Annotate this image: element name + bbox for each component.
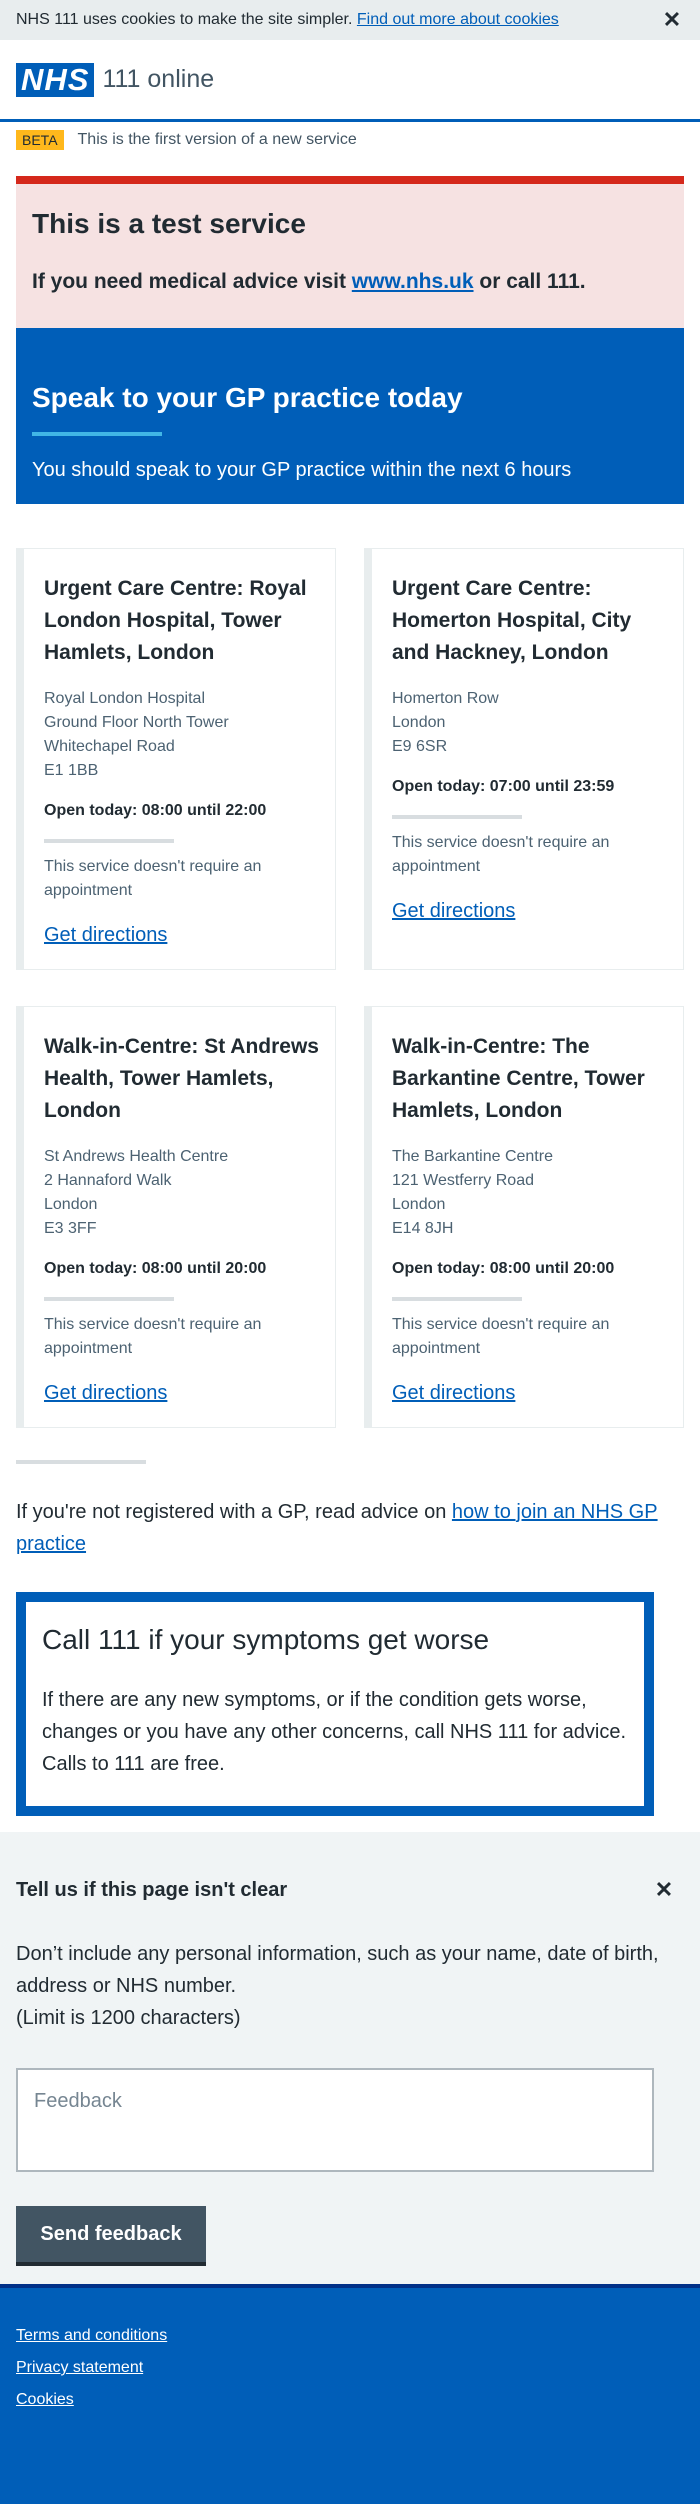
privacy-link[interactable]: Privacy statement [16, 2352, 684, 2384]
nhs-uk-link[interactable]: www.nhs.uk [352, 270, 474, 293]
address-line: London [392, 1196, 446, 1213]
get-directions-link[interactable]: Get directions [44, 1379, 167, 1407]
address-line: Homerton Row [392, 690, 499, 707]
card-divider [392, 1297, 522, 1301]
test-text-before: If you need medical advice visit [32, 270, 352, 293]
opening-hours: Open today: 08:00 until 20:00 [392, 1260, 615, 1277]
get-directions-link[interactable]: Get directions [44, 921, 167, 949]
title-divider [32, 432, 162, 436]
service-title: Urgent Care Centre: Royal London Hospita… [44, 577, 307, 664]
site-header: NHS 111 online [0, 40, 700, 122]
address-postcode: E9 6SR [392, 738, 448, 755]
nhs-logo[interactable]: NHS [16, 62, 95, 97]
feedback-instructions: Don’t include any personal information, … [16, 1943, 659, 1997]
call-111-callout: Call 111 if your symptoms get worse If t… [16, 1592, 654, 1816]
address-line: Ground Floor North Tower [44, 714, 229, 731]
gp-advice-text: If you're not registered with a GP, read… [16, 1501, 452, 1523]
appointment-note: This service doesn't require an appointm… [392, 834, 610, 875]
address-line: The Barkantine Centre [392, 1148, 553, 1165]
callout-text: If there are any new symptoms, or if the… [42, 1689, 627, 1775]
card-divider [392, 815, 522, 819]
service-address: Royal London Hospital Ground Floor North… [44, 687, 319, 783]
care-advice-subtitle: You should speak to your GP practice wit… [32, 459, 572, 481]
service-title: Walk-in-Centre: St Andrews Health, Tower… [44, 1035, 319, 1122]
feedback-header: Tell us if this page isn't clear ✕ [16, 1876, 684, 1904]
beta-text: This is the first version of a new servi… [77, 131, 357, 148]
service-card: Urgent Care Centre: Homerton Hospital, C… [364, 548, 684, 970]
get-directions-link[interactable]: Get directions [392, 1379, 515, 1407]
address-line: 121 Westferry Road [392, 1172, 534, 1189]
service-card: Urgent Care Centre: Royal London Hospita… [16, 548, 336, 970]
beta-badge: BETA [16, 130, 64, 150]
terms-link[interactable]: Terms and conditions [16, 2320, 684, 2352]
section-divider [16, 1460, 146, 1464]
test-text-after: or call 111. [473, 270, 586, 293]
address-line: 2 Hannaford Walk [44, 1172, 172, 1189]
opening-hours: Open today: 07:00 until 23:59 [392, 778, 615, 795]
address-postcode: E14 8JH [392, 1220, 454, 1237]
test-service-banner: This is a test service If you need medic… [16, 176, 684, 328]
feedback-panel: Tell us if this page isn't clear ✕ Don’t… [0, 1832, 700, 2284]
address-line: Royal London Hospital [44, 690, 205, 707]
close-icon[interactable]: ✕ [660, 7, 684, 33]
service-card: Walk-in-Centre: The Barkantine Centre, T… [364, 1006, 684, 1428]
opening-hours: Open today: 08:00 until 22:00 [44, 802, 267, 819]
service-address: Homerton Row London E9 6SR [392, 687, 667, 759]
service-name[interactable]: 111 online [102, 65, 214, 94]
test-service-title: This is a test service [32, 208, 306, 239]
get-directions-link[interactable]: Get directions [392, 897, 515, 925]
card-divider [44, 1297, 174, 1301]
service-card: Walk-in-Centre: St Andrews Health, Tower… [16, 1006, 336, 1428]
page-title: Speak to your GP practice today [32, 382, 463, 413]
address-postcode: E1 1BB [44, 762, 99, 779]
cookie-banner-message: NHS 111 uses cookies to make the site si… [16, 11, 559, 29]
feedback-limit: (Limit is 1200 characters) [16, 2007, 241, 2029]
address-line: London [44, 1196, 98, 1213]
send-feedback-button[interactable]: Send feedback [16, 2206, 206, 2262]
cookie-banner-text: NHS 111 uses cookies to make the site si… [16, 11, 353, 28]
service-address: St Andrews Health Centre 2 Hannaford Wal… [44, 1145, 319, 1241]
service-title: Urgent Care Centre: Homerton Hospital, C… [392, 577, 632, 664]
appointment-note: This service doesn't require an appointm… [44, 858, 262, 899]
card-divider [44, 839, 174, 843]
address-line: London [392, 714, 446, 731]
address-line: Whitechapel Road [44, 738, 175, 755]
close-icon[interactable]: ✕ [644, 1877, 684, 1903]
address-line: St Andrews Health Centre [44, 1148, 229, 1165]
cookie-banner: NHS 111 uses cookies to make the site si… [0, 0, 700, 40]
opening-hours: Open today: 08:00 until 20:00 [44, 1260, 267, 1277]
service-title: Walk-in-Centre: The Barkantine Centre, T… [392, 1035, 645, 1122]
cookies-link[interactable]: Cookies [16, 2384, 684, 2416]
gp-registration-advice: If you're not registered with a GP, read… [16, 1496, 684, 1560]
feedback-title: Tell us if this page isn't clear [16, 1879, 288, 1901]
appointment-note: This service doesn't require an appointm… [392, 1316, 610, 1357]
service-address: The Barkantine Centre 121 Westferry Road… [392, 1145, 667, 1241]
callout-title: Call 111 if your symptoms get worse [42, 1624, 490, 1655]
care-advice-header: Speak to your GP practice today You shou… [16, 328, 684, 504]
test-service-text: If you need medical advice visit www.nhs… [32, 268, 668, 296]
address-postcode: E3 3FF [44, 1220, 97, 1237]
appointment-note: This service doesn't require an appointm… [44, 1316, 262, 1357]
phase-banner: BETA This is the first version of a new … [16, 128, 357, 152]
feedback-input[interactable] [16, 2068, 654, 2172]
cookie-info-link[interactable]: Find out more about cookies [357, 11, 559, 28]
site-footer: Terms and conditions Privacy statement C… [0, 2284, 700, 2504]
